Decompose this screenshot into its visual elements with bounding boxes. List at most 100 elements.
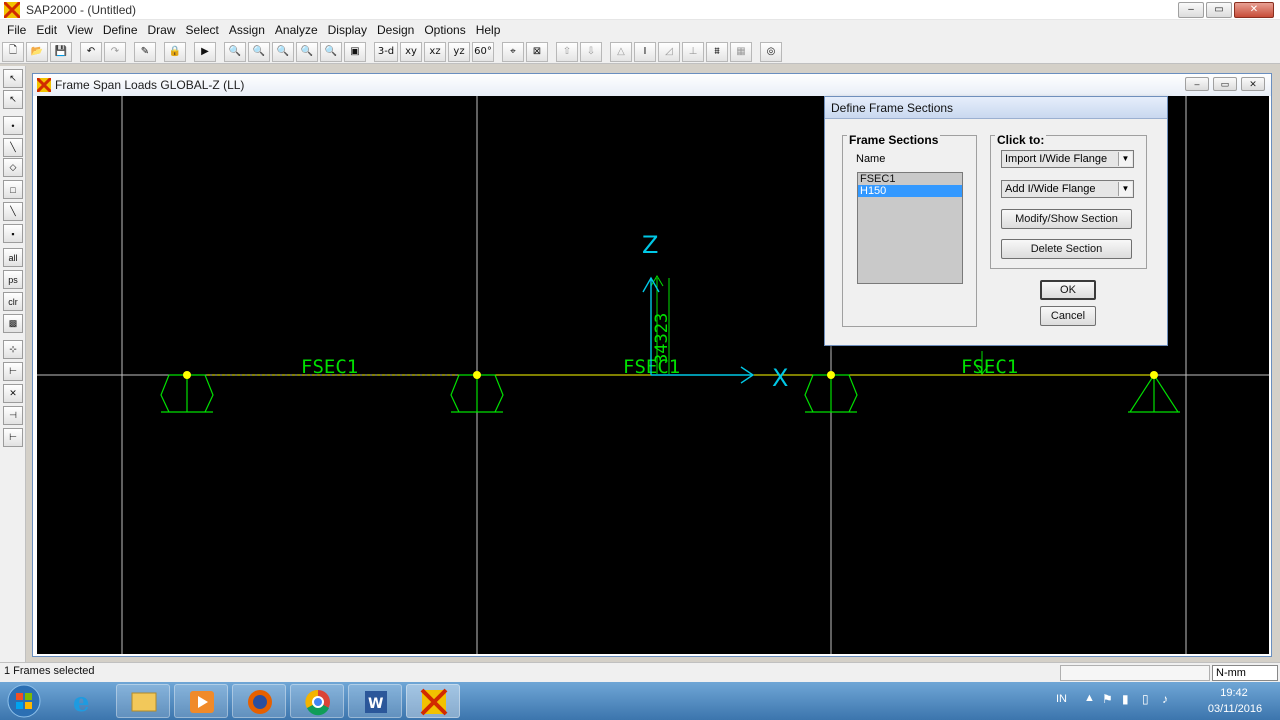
zoom-previous-icon[interactable]: 🔍 (320, 41, 342, 62)
support-reaction-icon[interactable]: ⩩ (706, 41, 728, 62)
clock-time[interactable]: 19:42 (1206, 687, 1262, 699)
shell-icon[interactable]: ◿ (658, 41, 680, 62)
model-minimize-button[interactable]: – (1185, 77, 1209, 91)
media-player-icon[interactable] (174, 684, 228, 718)
zoom-window-icon[interactable]: 🔍 (224, 41, 246, 62)
minimize-button[interactable]: – (1178, 2, 1204, 18)
joint[interactable] (183, 371, 191, 379)
menu-edit[interactable]: Edit (31, 23, 62, 37)
draw-frame-icon[interactable]: ╲ (3, 138, 23, 157)
snap-joints-icon[interactable]: ⊹ (3, 340, 23, 359)
reshaper-icon[interactable]: ↖ (3, 90, 23, 109)
view-rotate-button[interactable]: 60° (472, 41, 494, 62)
run-analysis-icon[interactable]: ▶ (194, 41, 216, 62)
view-yz-button[interactable]: yz (448, 41, 470, 62)
chevron-down-icon[interactable]: ▼ (1118, 152, 1132, 166)
clear-selection-button[interactable]: clr (3, 292, 23, 311)
show-hidden-icons-icon[interactable]: ▲ (1084, 692, 1095, 704)
chevron-down-icon[interactable]: ▼ (1118, 182, 1132, 196)
snap-midpoint-icon[interactable]: ⊢ (3, 362, 23, 381)
units-dropdown[interactable]: N-mm (1212, 665, 1278, 681)
snap-intersection-icon[interactable]: ✕ (3, 384, 23, 403)
battery-icon[interactable]: ▯ (1142, 692, 1149, 706)
word-icon[interactable]: W (348, 684, 402, 718)
network-icon[interactable]: ▮ (1122, 692, 1129, 706)
cancel-button[interactable]: Cancel (1040, 306, 1096, 326)
modify-show-section-button[interactable]: Modify/Show Section (1001, 209, 1132, 229)
close-button[interactable]: ✕ (1234, 2, 1274, 18)
previous-selection-button[interactable]: ps (3, 270, 23, 289)
menu-define[interactable]: Define (98, 23, 143, 37)
move-up-icon[interactable]: ⇧ (556, 41, 578, 62)
menu-analyze[interactable]: Analyze (270, 23, 323, 37)
draw-link-icon[interactable]: ╲ (3, 202, 23, 221)
firefox-icon[interactable] (232, 684, 286, 718)
internet-explorer-icon[interactable]: e (62, 686, 106, 718)
model-restore-button[interactable]: ▭ (1213, 77, 1237, 91)
snap-lines-icon[interactable]: ⊢ (3, 428, 23, 447)
joint[interactable] (827, 371, 835, 379)
restraint-fixed[interactable] (450, 374, 504, 413)
menu-help[interactable]: Help (471, 23, 506, 37)
start-button[interactable] (4, 684, 44, 718)
zoom-in-icon[interactable]: 🔍 (272, 41, 294, 62)
pan-icon[interactable]: ▣ (344, 41, 366, 62)
pointer-icon[interactable]: ↖ (3, 69, 23, 88)
zoom-restore-icon[interactable]: 🔍 (248, 41, 270, 62)
stress-icon[interactable]: ▦ (730, 41, 752, 62)
perspective-icon[interactable]: ⌖ (502, 41, 524, 62)
model-close-button[interactable]: ✕ (1241, 77, 1265, 91)
select-all-button[interactable]: all (3, 248, 23, 267)
frame-sections-list[interactable]: FSEC1 H150 (857, 172, 963, 284)
text-tool-icon[interactable]: I (634, 41, 656, 62)
menu-design[interactable]: Design (372, 23, 419, 37)
delete-section-button[interactable]: Delete Section (1001, 239, 1132, 259)
menu-draw[interactable]: Draw (143, 23, 181, 37)
restraint-fixed[interactable] (804, 374, 858, 413)
file-explorer-icon[interactable] (116, 684, 170, 718)
menu-options[interactable]: Options (419, 23, 470, 37)
deformed-shape-icon[interactable]: △ (610, 41, 632, 62)
pencil-icon[interactable]: ✎ (134, 41, 156, 62)
import-section-combo[interactable]: Import I/Wide Flange ▼ (1001, 150, 1134, 168)
draw-solid-icon[interactable]: ▪ (3, 224, 23, 243)
action-center-icon[interactable]: ⚑ (1102, 692, 1113, 706)
lock-icon[interactable]: 🔒 (164, 41, 186, 62)
view-xz-button[interactable]: xz (424, 41, 446, 62)
list-item[interactable]: FSEC1 (858, 173, 962, 185)
member-force-icon[interactable]: ⊥ (682, 41, 704, 62)
redo-icon[interactable]: ↷ (104, 41, 126, 62)
joint[interactable] (1150, 371, 1158, 379)
view-3d-button[interactable]: 3-d (374, 41, 398, 62)
draw-shell-icon[interactable]: ◇ (3, 158, 23, 177)
clock-date[interactable]: 03/11/2016 (1200, 703, 1270, 715)
new-file-icon[interactable]: 🗋 (2, 41, 24, 62)
menu-select[interactable]: Select (181, 23, 224, 37)
circle-ring-icon[interactable]: ◎ (760, 41, 782, 62)
snap-perpendicular-icon[interactable]: ⊣ (3, 406, 23, 425)
restraint-fixed[interactable] (160, 374, 214, 413)
remove-selection-icon[interactable]: ⊠ (526, 41, 548, 62)
undo-icon[interactable]: ↶ (80, 41, 102, 62)
ok-button[interactable]: OK (1040, 280, 1096, 300)
move-down-icon[interactable]: ⇩ (580, 41, 602, 62)
intersecting-line-icon[interactable]: ▩ (3, 314, 23, 333)
list-item-selected[interactable]: H150 (858, 185, 962, 197)
view-xy-button[interactable]: xy (400, 41, 422, 62)
sap2000-taskbar-icon[interactable] (406, 684, 460, 718)
draw-joint-icon[interactable]: • (3, 116, 23, 135)
menu-display[interactable]: Display (323, 23, 372, 37)
menu-file[interactable]: File (2, 23, 31, 37)
restore-button[interactable]: ▭ (1206, 2, 1232, 18)
volume-icon[interactable]: ♪ (1162, 692, 1168, 706)
joint[interactable] (473, 371, 481, 379)
draw-rect-shell-icon[interactable]: □ (3, 180, 23, 199)
open-folder-icon[interactable]: 📂 (26, 41, 48, 62)
add-section-combo[interactable]: Add I/Wide Flange ▼ (1001, 180, 1134, 198)
save-icon[interactable]: 💾 (50, 41, 72, 62)
menu-assign[interactable]: Assign (224, 23, 270, 37)
zoom-out-icon[interactable]: 🔍 (296, 41, 318, 62)
menu-view[interactable]: View (62, 23, 98, 37)
restraint-pin[interactable] (1128, 373, 1180, 413)
chrome-icon[interactable] (290, 684, 344, 718)
